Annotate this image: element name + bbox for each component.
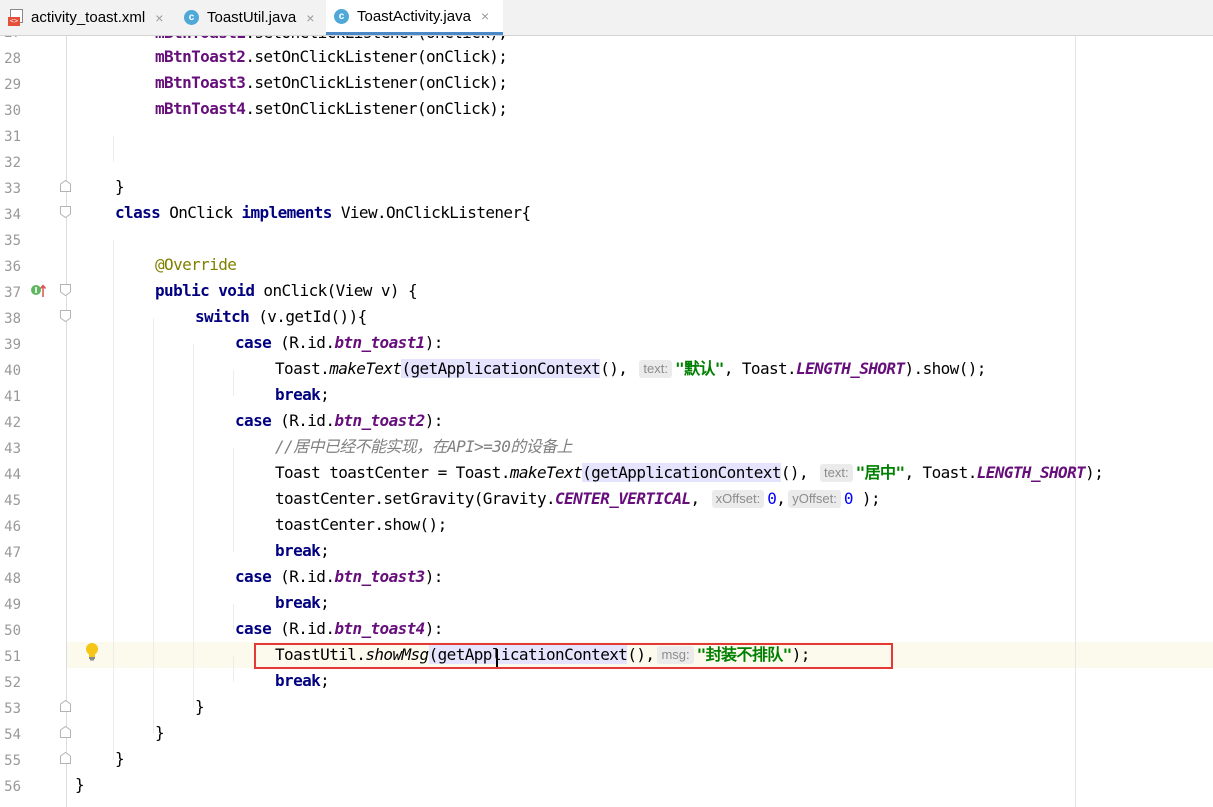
line-number[interactable]: 52 — [0, 670, 21, 696]
code-line[interactable]: toastCenter.show(); — [275, 512, 447, 538]
line-number[interactable]: 36 — [0, 254, 21, 280]
code-line[interactable]: case (R.id.btn_toast4): — [235, 616, 443, 642]
code-line[interactable]: Toast.makeText(getApplicationContext(), … — [275, 356, 986, 382]
parameter-hint: yOffset: — [788, 490, 841, 508]
indent-guide — [233, 370, 234, 396]
fold-start-icon[interactable] — [60, 284, 71, 296]
parameter-hint: text: — [639, 360, 672, 378]
implements-method-icon[interactable]: I — [30, 283, 47, 299]
code-line[interactable]: } — [115, 746, 125, 772]
line-number[interactable]: 46 — [0, 514, 21, 540]
indent-guide — [113, 136, 114, 162]
line-number[interactable]: 53 — [0, 696, 21, 722]
line-number[interactable]: 49 — [0, 592, 21, 618]
line-number[interactable]: 50 — [0, 618, 21, 644]
java-class-icon: c — [184, 10, 199, 25]
line-number[interactable]: 51 — [0, 644, 21, 670]
code-line[interactable]: } — [155, 720, 165, 746]
code-line[interactable]: mBtnToast2.setOnClickListener(onClick); — [155, 44, 508, 70]
line-number[interactable]: 35 — [0, 228, 21, 254]
highlight-box — [254, 643, 893, 669]
right-margin-guide — [1075, 36, 1076, 807]
line-number[interactable]: 34 — [0, 202, 21, 228]
parameter-hint: text: — [820, 464, 853, 482]
line-number[interactable]: 55 — [0, 748, 21, 774]
line-number[interactable]: 33 — [0, 176, 21, 202]
code-line[interactable]: } — [195, 694, 205, 720]
code-line[interactable]: class OnClick implements View.OnClickLis… — [115, 200, 531, 226]
indent-guide — [113, 240, 114, 760]
editor-tab-bar: <> activity_toast.xml × c ToastUtil.java… — [0, 0, 1213, 36]
code-line[interactable]: } — [115, 174, 125, 200]
indent-guide — [233, 656, 234, 682]
code-line[interactable]: } — [75, 772, 85, 798]
line-number[interactable]: 39 — [0, 332, 21, 358]
close-icon[interactable]: × — [481, 8, 489, 24]
fold-start-icon[interactable] — [60, 206, 71, 218]
code-line[interactable]: switch (v.getId()){ — [195, 304, 367, 330]
code-editor[interactable]: 2728293031323334353637383940414243444546… — [0, 36, 1213, 807]
line-number[interactable]: 38 — [0, 306, 21, 332]
parameter-hint: xOffset: — [711, 490, 765, 508]
line-number[interactable]: 30 — [0, 98, 21, 124]
fold-end-icon[interactable] — [60, 726, 71, 738]
tab-label: activity_toast.xml — [31, 9, 146, 26]
xml-file-icon: <> — [8, 8, 25, 27]
indent-guide — [153, 318, 154, 734]
fold-start-icon[interactable] — [60, 310, 71, 322]
line-number[interactable]: 56 — [0, 774, 21, 800]
code-line[interactable]: break; — [275, 538, 330, 564]
code-line[interactable]: @Override — [155, 252, 237, 278]
code-line[interactable]: case (R.id.btn_toast3): — [235, 564, 443, 590]
intention-bulb-icon[interactable] — [85, 642, 99, 662]
line-number[interactable]: 29 — [0, 72, 21, 98]
fold-end-icon[interactable] — [60, 180, 71, 192]
line-number[interactable]: 45 — [0, 488, 21, 514]
svg-text:I: I — [35, 286, 38, 295]
code-line[interactable]: mBtnToast4.setOnClickListener(onClick); — [155, 96, 508, 122]
line-number[interactable]: 32 — [0, 150, 21, 176]
code-line[interactable]: //居中已经不能实现，在API>=30的设备上 — [275, 434, 573, 460]
code-line[interactable]: break; — [275, 668, 330, 694]
code-line[interactable]: toastCenter.setGravity(Gravity.CENTER_VE… — [275, 486, 881, 512]
java-class-icon: c — [334, 8, 349, 24]
indent-guide — [193, 344, 194, 708]
code-line[interactable]: mBtnToast3.setOnClickListener(onClick); — [155, 70, 508, 96]
code-line[interactable]: case (R.id.btn_toast2): — [235, 408, 443, 434]
code-line[interactable]: break; — [275, 382, 330, 408]
line-number[interactable]: 48 — [0, 566, 21, 592]
line-number[interactable]: 40 — [0, 358, 21, 384]
close-icon[interactable]: × — [306, 10, 314, 26]
fold-end-icon[interactable] — [60, 752, 71, 764]
line-number[interactable]: 44 — [0, 462, 21, 488]
code-line[interactable]: public void onClick(View v) { — [155, 278, 418, 304]
line-number[interactable]: 27 — [0, 36, 21, 46]
fold-end-icon[interactable] — [60, 700, 71, 712]
line-number[interactable]: 31 — [0, 124, 21, 150]
indent-guide — [233, 448, 234, 552]
tab-activity-toast-xml[interactable]: <> activity_toast.xml × — [0, 0, 176, 35]
tab-toastactivity-java[interactable]: c ToastActivity.java × — [326, 0, 503, 35]
close-icon[interactable]: × — [155, 10, 163, 26]
line-number[interactable]: 37 — [0, 280, 21, 306]
line-number[interactable]: 28 — [0, 46, 21, 72]
code-line[interactable]: break; — [275, 590, 330, 616]
line-number[interactable]: 42 — [0, 410, 21, 436]
code-line[interactable]: case (R.id.btn_toast1): — [235, 330, 443, 356]
line-number[interactable]: 54 — [0, 722, 21, 748]
tab-label: ToastUtil.java — [207, 9, 297, 26]
code-line[interactable]: Toast toastCenter = Toast.makeText(getAp… — [275, 460, 1104, 486]
line-number[interactable]: 43 — [0, 436, 21, 462]
line-number[interactable]: 41 — [0, 384, 21, 410]
indent-guide — [233, 604, 234, 630]
tab-toastutil-java[interactable]: c ToastUtil.java × — [176, 0, 326, 35]
tab-label: ToastActivity.java — [357, 7, 471, 25]
line-number[interactable]: 47 — [0, 540, 21, 566]
